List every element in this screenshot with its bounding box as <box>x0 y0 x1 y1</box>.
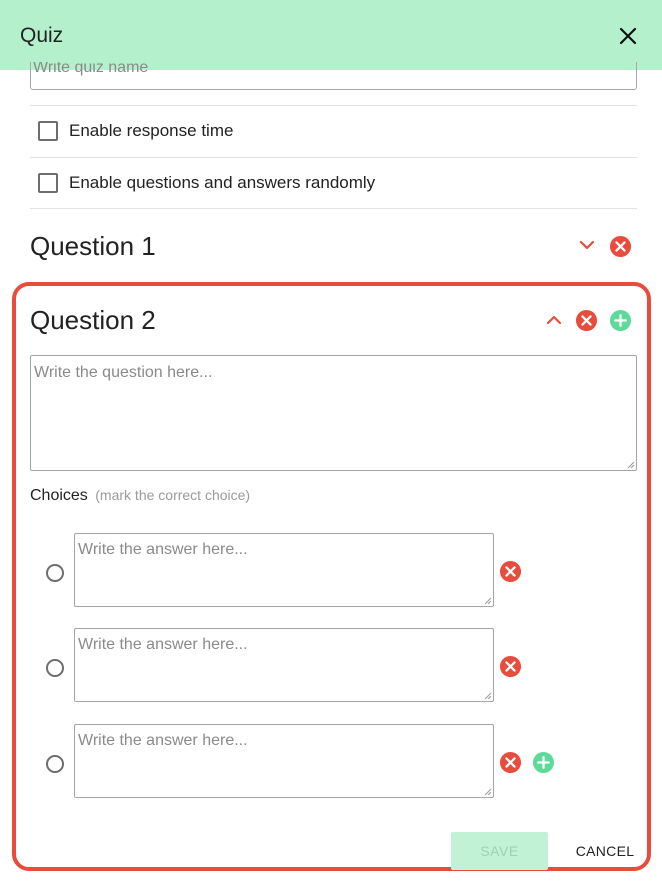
answer-3-input[interactable]: Write the answer here... <box>74 724 494 798</box>
remove-circle-icon[interactable] <box>499 655 522 678</box>
answer-3-placeholder: Write the answer here... <box>78 732 248 749</box>
answer-3-radio[interactable] <box>46 755 64 773</box>
remove-circle-icon[interactable] <box>609 235 632 258</box>
answer-1-placeholder: Write the answer here... <box>78 541 248 558</box>
remove-circle-icon[interactable] <box>499 560 522 583</box>
question-placeholder: Write the question here... <box>34 364 213 381</box>
question-2-title: Question 2 <box>30 305 156 335</box>
random-order-checkbox[interactable] <box>38 173 58 193</box>
chevron-up-icon[interactable] <box>545 313 563 327</box>
choices-hint: (mark the correct choice) <box>95 487 251 503</box>
dialog-title: Quiz <box>20 24 64 47</box>
response-time-checkbox[interactable] <box>38 121 58 141</box>
remove-circle-icon[interactable] <box>499 751 522 774</box>
resize-handle-icon[interactable] <box>484 692 492 700</box>
random-order-label: Enable questions and answers randomly <box>69 173 376 192</box>
option-random-order[interactable]: Enable questions and answers randomly <box>38 173 375 193</box>
dialog-header: Quiz <box>0 0 662 70</box>
answer-1-radio[interactable] <box>46 564 64 582</box>
question-1-title: Question 1 <box>30 231 156 261</box>
quiz-name-input[interactable]: Write quiz name <box>30 62 637 90</box>
response-time-label: Enable response time <box>69 121 234 140</box>
resize-handle-icon[interactable] <box>484 597 492 605</box>
answer-1-input[interactable]: Write the answer here... <box>74 533 494 607</box>
answer-2-placeholder: Write the answer here... <box>78 636 248 653</box>
close-icon[interactable] <box>616 24 640 48</box>
question-text-input[interactable]: Write the question here... <box>30 355 637 471</box>
add-circle-icon[interactable] <box>609 309 632 332</box>
save-button[interactable]: SAVE <box>451 832 548 870</box>
chevron-down-icon[interactable] <box>578 238 596 252</box>
remove-circle-icon[interactable] <box>575 309 598 332</box>
resize-handle-icon[interactable] <box>484 788 492 796</box>
divider <box>30 105 637 106</box>
choices-label: Choices <box>30 487 88 504</box>
answer-2-radio[interactable] <box>46 659 64 677</box>
option-response-time[interactable]: Enable response time <box>38 121 233 141</box>
answer-2-input[interactable]: Write the answer here... <box>74 628 494 702</box>
choices-heading: Choices (mark the correct choice) <box>30 487 250 505</box>
cancel-button[interactable]: CANCEL <box>566 832 644 870</box>
divider <box>30 208 637 209</box>
resize-handle-icon[interactable] <box>627 461 635 469</box>
add-circle-icon[interactable] <box>532 751 555 774</box>
quiz-name-placeholder: Write quiz name <box>33 62 149 76</box>
divider <box>30 157 637 158</box>
